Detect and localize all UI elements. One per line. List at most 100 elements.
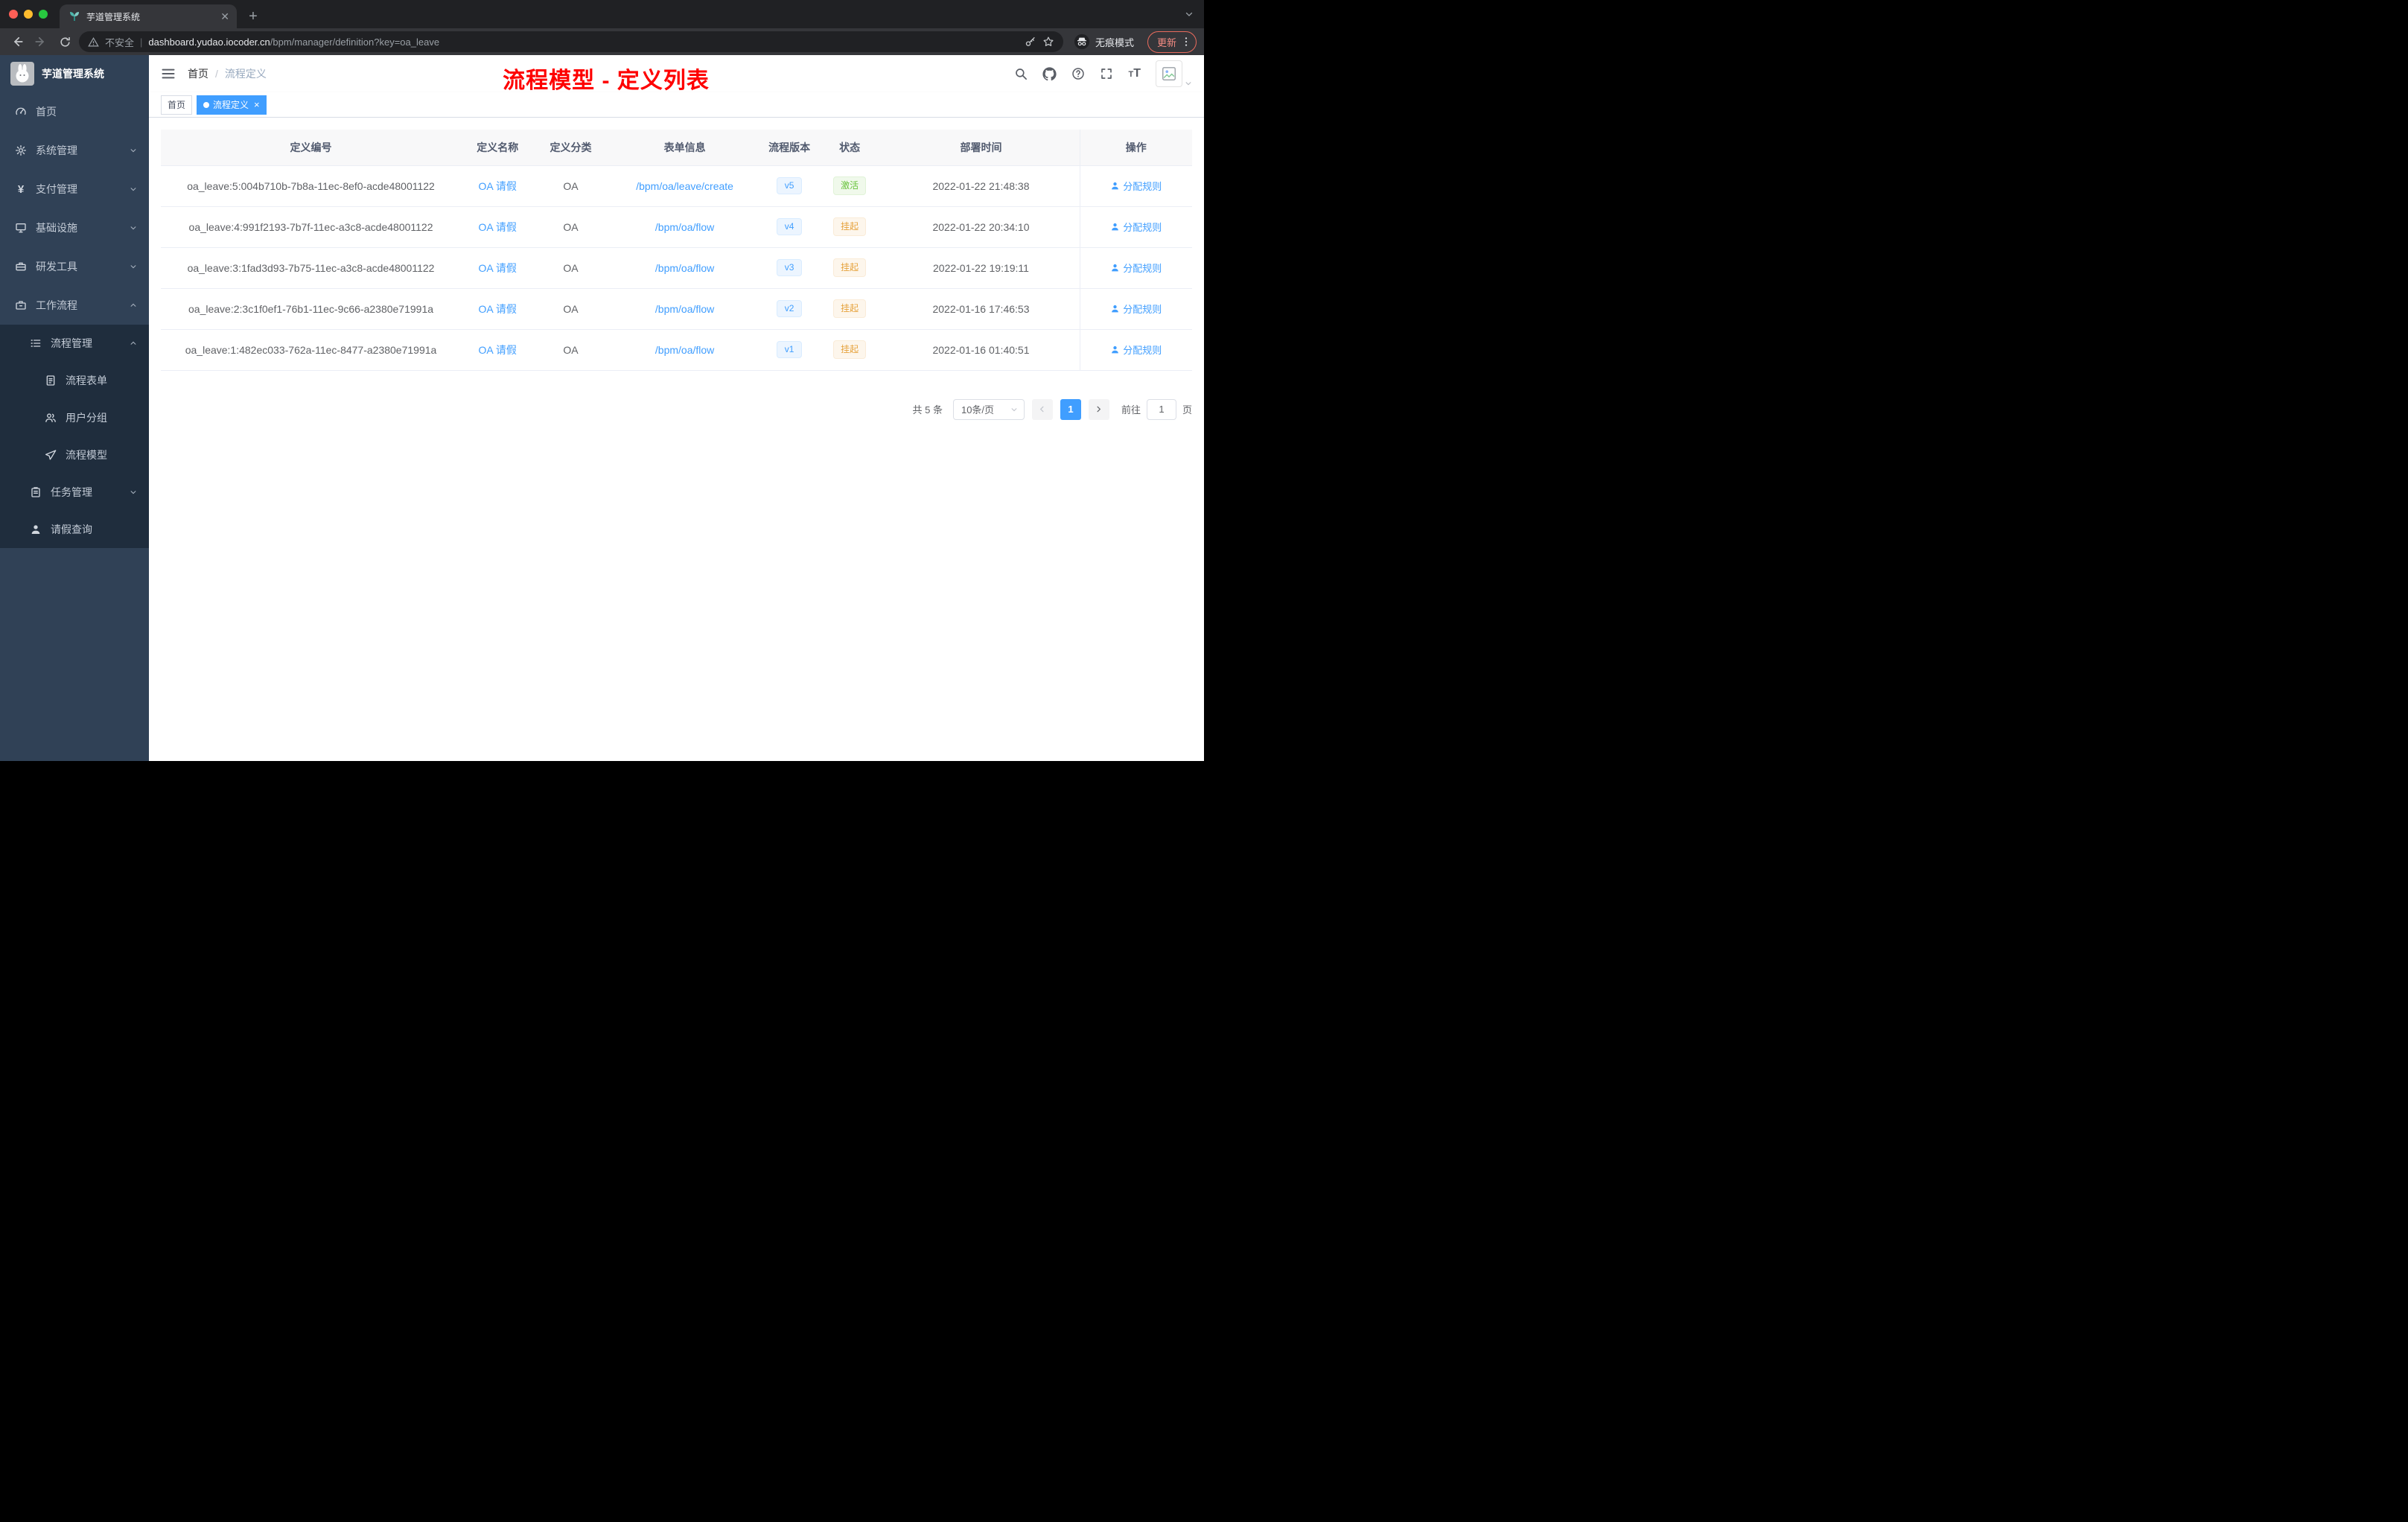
annotation-title: 流程模型 - 定义列表: [503, 69, 710, 93]
status-badge: 挂起: [833, 258, 867, 277]
definition-name-link[interactable]: OA 请假: [479, 180, 517, 192]
password-key-icon[interactable]: [1025, 36, 1036, 48]
font-size-icon[interactable]: TT: [1128, 67, 1141, 80]
version-badge: v2: [776, 300, 803, 317]
column-header-status: 状态: [816, 130, 883, 166]
page-number-button[interactable]: 1: [1060, 398, 1081, 420]
paper-plane-icon: [45, 449, 57, 461]
sidebar-item-label: 系统管理: [36, 144, 77, 156]
browser-update-menu-button[interactable]: 更新: [1147, 31, 1197, 53]
assign-rule-link[interactable]: 分配规则: [1110, 302, 1162, 316]
tab-search-chevron-icon[interactable]: [1185, 10, 1204, 19]
prev-page-button[interactable]: [1031, 398, 1053, 420]
tag-process-definition[interactable]: 流程定义 ×: [197, 95, 267, 115]
avatar: [1156, 60, 1182, 87]
form-link[interactable]: /bpm/oa/flow: [655, 344, 714, 356]
table-row: oa_leave:4:991f2193-7b7f-11ec-a3c8-acde4…: [161, 206, 1192, 248]
back-button[interactable]: [7, 32, 27, 51]
tag-close-icon[interactable]: ×: [254, 100, 260, 109]
reload-button[interactable]: [55, 32, 74, 51]
assign-rule-link[interactable]: 分配规则: [1110, 343, 1162, 357]
sidebar-item-workflow[interactable]: 工作流程: [0, 286, 149, 325]
definition-category: OA: [534, 247, 608, 289]
sidebar-item-user-groups[interactable]: 用户分组: [0, 399, 149, 436]
bookmark-star-icon[interactable]: [1042, 36, 1054, 48]
main-area: 流程模型 - 定义列表 首页 / 流程定义 TT 首页 流程定义 × 定义编号 …: [149, 55, 1204, 761]
hamburger-icon[interactable]: [161, 66, 176, 81]
definition-id: oa_leave:3:1fad3d93-7b75-11ec-a3c8-acde4…: [161, 247, 462, 289]
address-bar[interactable]: 不安全 | dashboard.yudao.iocoder.cn/bpm/man…: [79, 31, 1063, 52]
navbar-actions: TT: [1014, 60, 1192, 87]
sidebar-logo[interactable]: 芋道管理系统: [0, 55, 149, 92]
tab-favicon: [69, 10, 80, 22]
clipboard-icon: [30, 486, 42, 498]
fullscreen-icon[interactable]: [1100, 67, 1113, 80]
sidebar-item-leave-query[interactable]: 请假查询: [0, 511, 149, 548]
tab-close-icon[interactable]: ✕: [220, 11, 229, 22]
update-label: 更新: [1156, 36, 1176, 48]
table-row: oa_leave:2:3c1f0ef1-76b1-11ec-9c66-a2380…: [161, 288, 1192, 330]
definition-name-link[interactable]: OA 请假: [479, 303, 517, 315]
search-icon[interactable]: [1014, 67, 1028, 80]
sidebar-item-label: 首页: [36, 106, 57, 118]
version-badge: v5: [776, 177, 803, 194]
form-link[interactable]: /bpm/oa/flow: [655, 262, 714, 274]
form-link[interactable]: /bpm/oa/flow: [655, 303, 714, 315]
breadcrumb-home[interactable]: 首页: [188, 66, 208, 81]
sidebar-item-infrastructure[interactable]: 基础设施: [0, 208, 149, 247]
github-icon[interactable]: [1042, 66, 1057, 81]
document-icon: [45, 375, 57, 386]
dashboard-icon: [15, 106, 27, 118]
breadcrumb-current: 流程定义: [224, 68, 267, 80]
status-badge: 挂起: [833, 340, 867, 359]
sidebar-item-process-models[interactable]: 流程模型: [0, 436, 149, 474]
browser-window: 芋道管理系统 ✕ + 不安全 | dashboard.yudao.iocoder…: [0, 0, 1204, 761]
help-icon[interactable]: [1071, 67, 1085, 80]
maximize-window-button[interactable]: [39, 10, 48, 19]
page-content: 定义编号 定义名称 定义分类 表单信息 流程版本 状态 部署时间 操作 oa_l: [149, 118, 1204, 761]
sidebar-item-task-management[interactable]: 任务管理: [0, 474, 149, 511]
next-page-button[interactable]: [1088, 398, 1109, 420]
forward-button[interactable]: [31, 32, 51, 51]
yen-icon: ¥: [17, 182, 25, 196]
sidebar-item-label: 工作流程: [36, 299, 77, 311]
tag-home[interactable]: 首页: [161, 95, 193, 115]
sidebar-item-process-forms[interactable]: 流程表单: [0, 362, 149, 399]
assign-rule-link[interactable]: 分配规则: [1110, 220, 1162, 234]
sidebar-item-payment-management[interactable]: ¥ 支付管理: [0, 170, 149, 208]
definition-name-link[interactable]: OA 请假: [479, 221, 517, 233]
monitor-icon: [15, 222, 27, 234]
assign-rule-link[interactable]: 分配规则: [1110, 261, 1162, 275]
sidebar-item-label: 流程表单: [66, 375, 107, 386]
definition-name-link[interactable]: OA 请假: [479, 344, 517, 356]
browser-tab-strip: 芋道管理系统 ✕ +: [0, 0, 1204, 28]
chevron-down-icon: [1010, 406, 1018, 413]
action-label: 分配规则: [1123, 345, 1162, 356]
security-warning-icon[interactable]: [88, 36, 99, 48]
page-unit-label: 页: [1182, 404, 1192, 415]
sidebar-item-system-management[interactable]: 系统管理: [0, 131, 149, 170]
table-row: oa_leave:3:1fad3d93-7b75-11ec-a3c8-acde4…: [161, 247, 1192, 289]
deploy-time: 2022-01-22 21:48:38: [882, 165, 1080, 207]
goto-page-input[interactable]: [1146, 398, 1176, 420]
definition-name-link[interactable]: OA 请假: [479, 262, 517, 274]
sidebar-item-dev-tools[interactable]: 研发工具: [0, 247, 149, 286]
form-link[interactable]: /bpm/oa/flow: [655, 221, 714, 233]
page-size-select[interactable]: 10条/页: [952, 398, 1025, 420]
new-tab-button[interactable]: +: [243, 6, 264, 27]
sidebar-item-label: 研发工具: [36, 261, 77, 273]
assign-rule-link[interactable]: 分配规则: [1110, 179, 1162, 193]
sidebar-item-home[interactable]: 首页: [0, 92, 149, 131]
minimize-window-button[interactable]: [24, 10, 33, 19]
browser-tab[interactable]: 芋道管理系统 ✕: [60, 4, 237, 28]
status-badge: 激活: [833, 176, 867, 195]
list-icon: [30, 337, 42, 349]
sidebar-item-process-management[interactable]: 流程管理: [0, 325, 149, 362]
chevron-down-icon: [130, 488, 137, 496]
chevron-down-icon: [130, 263, 137, 270]
user-avatar-menu[interactable]: [1156, 60, 1192, 87]
sidebar-item-label: 支付管理: [36, 183, 77, 195]
sidebar-item-label: 任务管理: [51, 486, 92, 498]
close-window-button[interactable]: [9, 10, 18, 19]
form-link[interactable]: /bpm/oa/leave/create: [636, 180, 733, 192]
